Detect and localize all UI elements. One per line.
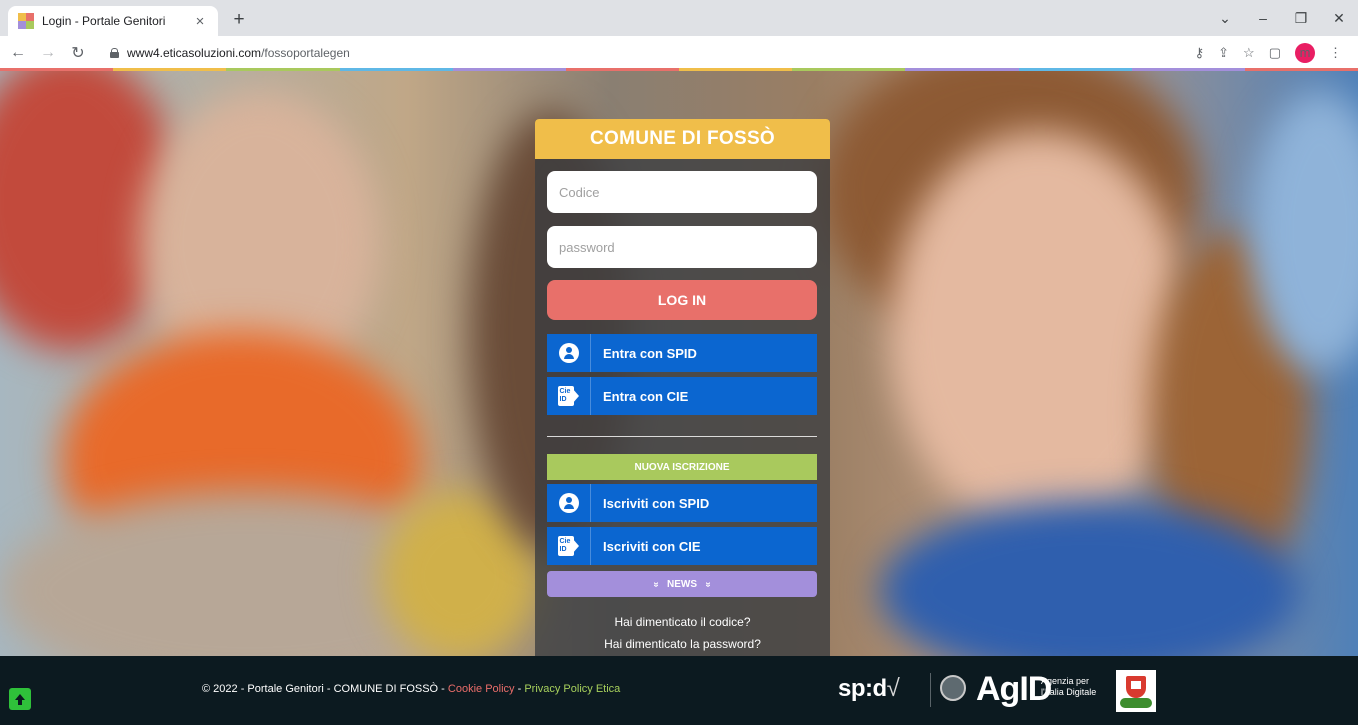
- scroll-to-top-button[interactable]: [9, 688, 31, 710]
- url-text: www4.eticasoluzioni.com/fossoportalegen: [127, 46, 350, 60]
- tab-search-icon[interactable]: ⌄: [1206, 0, 1244, 36]
- lock-icon[interactable]: [110, 48, 119, 58]
- logo-separator: [930, 673, 931, 707]
- municipality-crest-icon: [1116, 670, 1156, 712]
- news-label: NEWS: [667, 578, 697, 590]
- login-button[interactable]: LOG IN: [547, 280, 817, 320]
- profile-avatar[interactable]: m: [1295, 43, 1315, 63]
- cie-register-button[interactable]: Cie ID Iscriviti con CIE: [547, 527, 817, 565]
- minimize-icon[interactable]: –: [1244, 0, 1282, 36]
- spid-register-button[interactable]: Iscriviti con SPID: [547, 484, 817, 522]
- cie-register-label: Iscriviti con CIE: [603, 538, 701, 554]
- cie-login-label: Entra con CIE: [603, 388, 689, 404]
- login-panel: COMUNE DI FOSSÒ LOG IN Entra con SPID Ci…: [535, 119, 830, 656]
- copyright-text: © 2022 - Portale Genitori - COMUNE DI FO…: [202, 683, 621, 695]
- close-window-icon[interactable]: ✕: [1320, 0, 1358, 36]
- tab-title: Login - Portale Genitori: [42, 14, 166, 28]
- news-button[interactable]: » NEWS »: [547, 571, 817, 597]
- forgot-code-link[interactable]: Hai dimenticato il codice?: [535, 615, 830, 629]
- browser-toolbar: ← → ↻ www4.eticasoluzioni.com/fossoporta…: [0, 36, 1358, 70]
- chevron-down-icon: »: [702, 581, 714, 587]
- reload-icon[interactable]: ↻: [66, 43, 90, 63]
- spid-logo: sp:d√: [838, 675, 900, 702]
- bookmark-star-icon[interactable]: ☆: [1243, 43, 1255, 63]
- spid-login-label: Entra con SPID: [603, 345, 697, 361]
- forward-icon[interactable]: →: [36, 44, 60, 62]
- new-tab-button[interactable]: +: [228, 10, 250, 30]
- tab-close-icon[interactable]: ×: [192, 13, 208, 30]
- side-panel-icon[interactable]: ▢: [1269, 43, 1281, 63]
- new-registration-button[interactable]: NUOVA ISCRIZIONE: [547, 454, 817, 480]
- cie-login-button[interactable]: Cie ID Entra con CIE: [547, 377, 817, 415]
- back-icon[interactable]: ←: [6, 44, 30, 62]
- panel-header: COMUNE DI FOSSÒ: [535, 119, 830, 159]
- privacy-policy-link[interactable]: Privacy Policy Etica: [524, 683, 620, 695]
- spid-login-button[interactable]: Entra con SPID: [547, 334, 817, 372]
- spid-user-icon: [547, 484, 591, 522]
- menu-kebab-icon[interactable]: ⋮: [1329, 43, 1342, 63]
- toolbar-actions: ⚷ ⇪ ☆ ▢ m ⋮: [1195, 43, 1342, 63]
- agid-subtitle: Agenzia per l'Italia Digitale: [1041, 676, 1097, 697]
- restore-icon[interactable]: ❐: [1282, 0, 1320, 36]
- browser-tabstrip: Login - Portale Genitori × + ⌄ – ❐ ✕: [0, 0, 1358, 36]
- key-icon[interactable]: ⚷: [1195, 43, 1205, 63]
- spid-register-label: Iscriviti con SPID: [603, 495, 710, 511]
- window-controls: ⌄ – ❐ ✕: [1206, 0, 1358, 36]
- password-input[interactable]: [547, 226, 817, 268]
- cie-id-icon: Cie ID: [547, 377, 591, 415]
- spid-user-icon: [547, 334, 591, 372]
- share-icon[interactable]: ⇪: [1218, 43, 1229, 63]
- address-bar[interactable]: www4.eticasoluzioni.com/fossoportalegen: [98, 41, 1178, 65]
- municipality-title: COMUNE DI FOSSÒ: [589, 128, 775, 149]
- cie-id-icon: Cie ID: [547, 527, 591, 565]
- cookie-policy-link[interactable]: Cookie Policy: [448, 683, 515, 695]
- site-favicon-icon: [18, 13, 34, 29]
- italian-republic-emblem-icon: [940, 675, 966, 701]
- page-footer: © 2022 - Portale Genitori - COMUNE DI FO…: [0, 656, 1358, 725]
- browser-tab[interactable]: Login - Portale Genitori ×: [8, 6, 218, 36]
- forgot-password-link[interactable]: Hai dimenticato la password?: [535, 637, 830, 651]
- chevron-down-icon: »: [650, 581, 662, 587]
- panel-divider: [547, 436, 817, 437]
- code-input[interactable]: [547, 171, 817, 213]
